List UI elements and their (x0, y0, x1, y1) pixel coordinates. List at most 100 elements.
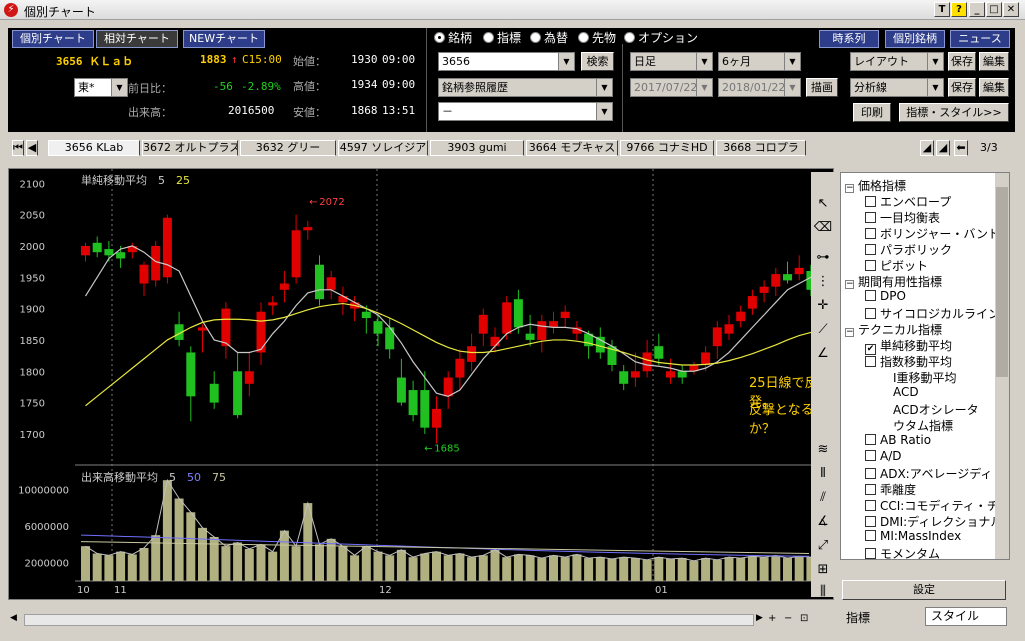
gann-tool-icon[interactable]: ∡ (813, 512, 833, 532)
tree-item[interactable]: サイコロジカルライン (865, 305, 1000, 322)
checkbox[interactable] (865, 196, 876, 207)
minimize-button[interactable]: _ (969, 2, 985, 17)
checkbox[interactable] (865, 516, 876, 527)
tree-group[interactable]: − 期間有用性指標 (845, 273, 942, 290)
close-button[interactable]: ✕ (1003, 2, 1019, 17)
individual-stock-button[interactable]: 個別銘柄 (885, 30, 945, 48)
checkbox[interactable] (865, 484, 876, 495)
help-button[interactable]: ? (951, 2, 967, 17)
stock-tab[interactable]: 3903 gumi (430, 140, 524, 156)
checkbox[interactable] (865, 308, 876, 319)
tree-item[interactable]: パラボリック (865, 241, 952, 258)
tab-scroll-right-icon[interactable]: ◢ (936, 140, 950, 156)
horizontal-scrollbar[interactable]: ◀ ▶ + − ⊡ (8, 612, 834, 628)
tree-item[interactable]: ACD (893, 385, 919, 399)
period-select[interactable]: 日足 ▼ (630, 52, 713, 71)
tree-item[interactable]: AB Ratio (865, 433, 931, 447)
checkbox[interactable] (865, 244, 876, 255)
stock-tab[interactable]: 3672 オルトプラス (142, 140, 238, 156)
exchange-select[interactable]: 東* ▼ (74, 78, 128, 97)
radio-index[interactable]: 指標 (483, 29, 521, 46)
back-arrow-icon[interactable]: ⬅ (954, 140, 968, 156)
stock-tab[interactable]: 3664 モブキャス (526, 140, 618, 156)
tree-item[interactable]: ACDオシレータ (893, 401, 979, 418)
horizontal-line-tool-icon[interactable]: ⊶ (813, 248, 833, 268)
grid-tool-icon[interactable]: ⊞ (813, 560, 833, 580)
tree-item[interactable]: CCI:コモディティ・チャ (865, 497, 1009, 514)
scroll-track[interactable] (24, 614, 754, 626)
checkbox[interactable] (865, 468, 876, 479)
checkbox[interactable] (865, 260, 876, 271)
collapse-icon[interactable]: − (845, 328, 854, 337)
scroll-right-icon[interactable]: ▶ (756, 613, 763, 623)
topmost-button[interactable]: T (934, 2, 950, 17)
checkbox[interactable] (865, 530, 876, 541)
timeseries-button[interactable]: 時系列 (819, 30, 879, 48)
checkbox[interactable] (865, 548, 876, 559)
news-button[interactable]: ニュース (950, 30, 1010, 48)
pointer-tool-icon[interactable]: ↖ (813, 194, 833, 214)
reset-view-icon[interactable]: ⊡ (800, 613, 808, 624)
collapse-icon[interactable]: − (845, 280, 854, 289)
indicator-style-button[interactable]: 指標・スタイル>> (899, 103, 1009, 122)
tree-item[interactable]: DPO (865, 289, 906, 303)
settings-button[interactable]: 設定 (842, 580, 1006, 600)
tab-indicator[interactable]: 指標 (842, 609, 922, 627)
checkbox[interactable] (865, 500, 876, 511)
tree-item[interactable]: 乖離度 (865, 481, 916, 498)
tab-new-chart[interactable]: NEWチャート (183, 30, 265, 48)
layout-save-button[interactable]: 保存 (948, 52, 976, 71)
period-tool-icon[interactable]: ⫴ (813, 464, 833, 484)
tab-scroll-left-icon[interactable]: ◢ (920, 140, 934, 156)
tree-item[interactable]: 一目均衡表 (865, 209, 940, 226)
stock-tab[interactable]: 4597 ソレイジア (338, 140, 428, 156)
stock-code-input[interactable]: 3656 ▼ (438, 52, 575, 71)
parallel-line-tool-icon[interactable]: ⫽ (813, 488, 833, 508)
sub-select[interactable]: － ▼ (438, 102, 613, 121)
radio-futures[interactable]: 先物 (578, 29, 616, 46)
from-date[interactable]: 2017/07/22 ▼ (630, 78, 713, 97)
checkbox[interactable] (865, 434, 876, 445)
tree-group[interactable]: − テクニカル指標 (845, 321, 942, 338)
checkbox[interactable] (865, 356, 876, 367)
collapse-icon[interactable]: − (845, 184, 854, 193)
layout-edit-button[interactable]: 編集 (979, 52, 1009, 71)
to-date[interactable]: 2018/01/22 ▼ (718, 78, 801, 97)
radio-forex[interactable]: 為替 (530, 29, 568, 46)
chart-area[interactable]: 2100 2050 2000 1950 1900 1850 1800 1750 1700 10 11… (8, 168, 834, 600)
tab-relative-chart[interactable]: 相対チャート (96, 30, 178, 48)
tree-item[interactable]: ウタム指標 (893, 417, 953, 434)
tree-item[interactable]: エンベロープ (865, 193, 951, 210)
radio-stock[interactable]: 銘柄 (434, 29, 472, 46)
zoom-in-icon[interactable]: + (768, 613, 776, 624)
tree-item[interactable]: I重移動平均 (893, 369, 957, 386)
eraser-tool-icon[interactable]: ⌫ (813, 218, 833, 238)
checkbox[interactable] (865, 228, 876, 239)
stock-tab[interactable]: 3632 グリー (240, 140, 336, 156)
radio-options[interactable]: オプション (624, 29, 698, 46)
tree-item[interactable]: 指数移動平均 (865, 353, 952, 370)
maximize-button[interactable]: □ (986, 2, 1002, 17)
analysis-edit-button[interactable]: 編集 (979, 78, 1009, 97)
tree-item[interactable]: A/D (865, 449, 902, 463)
tree-item[interactable]: DMI:ディレクショナル (865, 513, 1002, 530)
trend-line-tool-icon[interactable]: ⟋ (813, 320, 833, 340)
tree-hscrollbar[interactable] (840, 560, 1010, 576)
checkbox[interactable] (865, 212, 876, 223)
fibonacci-tool-icon[interactable]: ≋ (813, 440, 833, 460)
tree-item[interactable]: モメンタム (865, 545, 940, 559)
analysis-select[interactable]: 分析線 ▼ (850, 78, 944, 97)
tree-scrollbar[interactable] (995, 173, 1009, 559)
first-arrow-icon[interactable]: ⏮ (12, 140, 24, 156)
print-button[interactable]: 印刷 (853, 103, 891, 122)
channel-tool-icon[interactable]: ⤢ (813, 536, 833, 556)
analysis-save-button[interactable]: 保存 (948, 78, 976, 97)
tree-item[interactable]: ピボット (865, 257, 928, 274)
checkbox[interactable] (865, 450, 876, 461)
tree-group[interactable]: − 価格指標 (845, 177, 906, 194)
bar-tool-icon[interactable]: ⫼ (813, 582, 833, 602)
tree-item[interactable]: ボリンジャー・バンド (865, 225, 1000, 242)
history-select[interactable]: 銘柄参照履歴 ▼ (438, 78, 613, 97)
angle-tool-icon[interactable]: ∠ (813, 344, 833, 364)
tab-style[interactable]: スタイル (925, 607, 1007, 626)
